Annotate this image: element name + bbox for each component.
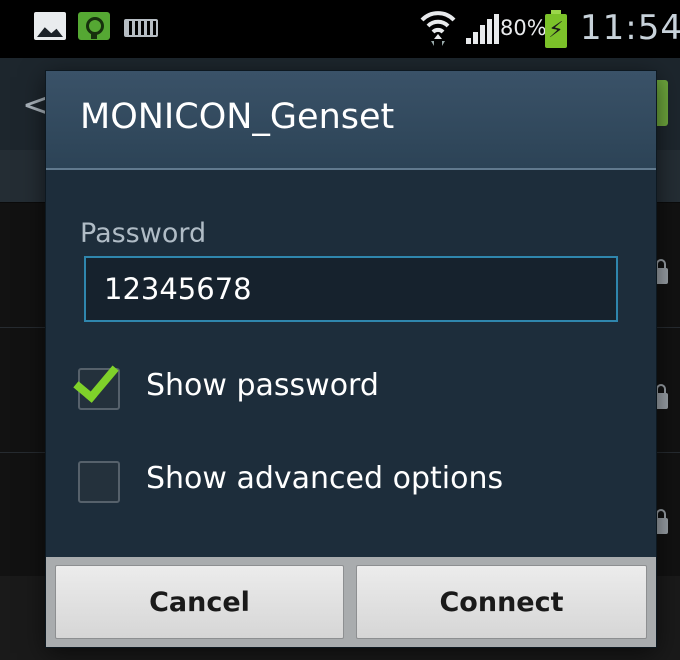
gallery-icon [34, 12, 66, 40]
cancel-button[interactable]: Cancel [55, 565, 344, 639]
show-advanced-label: Show advanced options [146, 461, 504, 496]
wifi-password-dialog: MONICON_Genset Password Show password Sh… [46, 71, 656, 647]
show-advanced-option[interactable]: Show advanced options [78, 461, 558, 513]
password-label: Password [80, 218, 207, 249]
dialog-title: MONICON_Genset [80, 97, 395, 137]
checkmark-icon [73, 355, 119, 403]
keyboard-icon [124, 19, 158, 37]
dialog-header: MONICON_Genset [46, 71, 656, 170]
wifi-icon [420, 8, 456, 46]
lock-icon [654, 384, 668, 409]
clock: 11:54 [580, 8, 680, 48]
status-bar: 80% ⚡ 11:54 [0, 0, 680, 58]
signal-icon [466, 14, 500, 44]
show-password-checkbox[interactable] [73, 355, 120, 410]
show-password-option[interactable]: Show password [73, 355, 438, 420]
connect-button[interactable]: Connect [356, 565, 647, 639]
battery-percent: 80% [500, 16, 547, 40]
dialog-button-bar: Cancel Connect [46, 557, 656, 647]
sync-icon [78, 12, 110, 40]
show-password-label: Show password [146, 368, 379, 403]
lock-icon [654, 259, 668, 284]
lock-icon [654, 509, 668, 534]
show-advanced-checkbox[interactable] [78, 461, 120, 503]
battery-charging-icon: ⚡ [545, 10, 567, 48]
password-input[interactable] [84, 256, 618, 322]
